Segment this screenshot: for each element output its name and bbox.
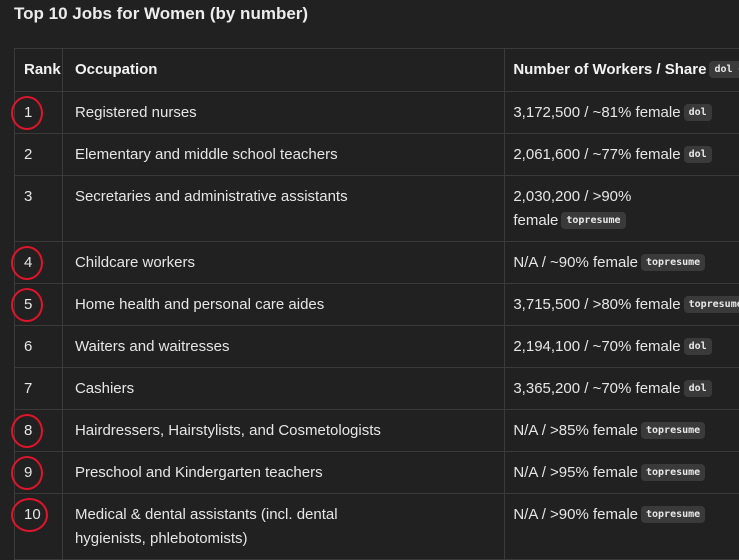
number-share-text: 3,365,200 / ~70% female xyxy=(513,380,681,397)
occupation-cell: Elementary and middle school teachers xyxy=(63,134,506,175)
table-row: 6 Waiters and waitresses 2,194,100 / ~70% … xyxy=(14,326,739,368)
number-share-text: 3,715,500 / >80% female xyxy=(513,296,681,313)
rank-number: 5 xyxy=(24,296,33,313)
rank-number: 2 xyxy=(24,146,33,163)
source-tag[interactable]: dol xyxy=(683,380,712,397)
rank-number: 10 xyxy=(24,506,41,523)
occupation-text: Home health and personal care aides xyxy=(74,296,325,313)
occupation-cell: Hairdressers, Hairstylists, and Cosmetol… xyxy=(63,410,506,451)
number-share-text: 2,194,100 / ~70% female xyxy=(513,338,681,355)
occupation-text: Registered nurses xyxy=(74,104,197,121)
number-cell: N/A / >85% female topresume xyxy=(505,410,739,451)
table-row: 9 Preschool and Kindergarten teachers N/A … xyxy=(11,452,739,494)
occupation-text-line2: hygienists, phlebotomists) xyxy=(74,530,248,547)
rank-cell: 7 xyxy=(15,368,63,409)
rank-number: 3 xyxy=(24,188,33,205)
occupation-text: Medical & dental assistants (incl. denta… xyxy=(74,506,338,523)
occupation-cell: Home health and personal care aides xyxy=(63,284,506,325)
rank-cell: 9 xyxy=(11,452,63,493)
number-cell: 3,715,500 / >80% female topresume xyxy=(505,284,739,325)
source-tag[interactable]: topresume xyxy=(683,296,739,313)
rank-cell: 1 xyxy=(11,92,63,133)
rank-cell: 4 xyxy=(11,242,63,283)
number-cell: 2,194,100 / ~70% female dol xyxy=(505,326,739,367)
number-share-text: 2,061,600 / ~77% female xyxy=(513,146,681,163)
occupation-cell: Secretaries and administrative assistant… xyxy=(63,176,506,241)
number-cell: N/A / ~90% female topresume xyxy=(505,242,739,283)
occupation-cell: Cashiers xyxy=(63,368,506,409)
table-row: 8 Hairdressers, Hairstylists, and Cosmeto… xyxy=(11,410,739,452)
occupation-text: Cashiers xyxy=(74,380,135,397)
number-cell: N/A / >95% female topresume xyxy=(505,452,739,493)
source-tag[interactable]: dol xyxy=(683,104,712,121)
occupation-text: Waiters and waitresses xyxy=(74,338,230,355)
rank-cell: 3 xyxy=(15,176,63,241)
table-row: 1 Registered nurses 3,172,500 / ~81% femal… xyxy=(11,92,739,134)
header-occupation: Occupation xyxy=(63,49,506,91)
rank-number: 9 xyxy=(24,464,33,481)
number-share-text: N/A / >90% female xyxy=(513,506,638,523)
source-tag[interactable]: dol xyxy=(683,146,712,163)
rank-number: 8 xyxy=(24,422,33,439)
number-cell: 3,172,500 / ~81% female dol xyxy=(505,92,739,133)
source-tag[interactable]: topresume xyxy=(641,422,706,439)
occupation-cell: Medical & dental assistants (incl. denta… xyxy=(63,494,506,559)
rank-cell: 6 xyxy=(15,326,63,367)
number-share-text: 3,172,500 / ~81% female xyxy=(513,104,681,121)
page-title: Top 10 Jobs for Women (by number) xyxy=(14,4,309,23)
rank-number: 7 xyxy=(24,380,33,397)
rank-number: 1 xyxy=(24,104,33,121)
header-rank: Rank xyxy=(15,49,63,91)
number-share-text-line2: female xyxy=(513,212,559,229)
jobs-table: Rank Occupation Number of Workers / Shar… xyxy=(11,48,739,560)
header-number: Number of Workers / Sharedol + xyxy=(505,49,739,91)
number-share-text: N/A / >95% female xyxy=(513,464,638,481)
occupation-text: Elementary and middle school teachers xyxy=(74,146,338,163)
source-tag[interactable]: dol + xyxy=(709,61,739,78)
occupation-cell: Childcare workers xyxy=(63,242,506,283)
occupation-text: Secretaries and administrative assistant… xyxy=(74,188,348,205)
table-header-row: Rank Occupation Number of Workers / Shar… xyxy=(14,49,739,92)
number-cell: 2,030,200 / >90% female topresume xyxy=(505,176,739,241)
number-cell: N/A / >90% female topresume xyxy=(505,494,739,559)
rank-number: 6 xyxy=(24,338,33,355)
header-number-label: Number of Workers / Share xyxy=(513,61,707,78)
rank-number: 4 xyxy=(24,254,33,271)
rank-cell: 8 xyxy=(11,410,63,451)
table-row: 3 Secretaries and administrative assistan… xyxy=(14,176,739,242)
table-row: 4 Childcare workers N/A / ~90% female topre… xyxy=(11,242,739,284)
source-tag[interactable]: topresume xyxy=(641,254,706,271)
occupation-cell: Waiters and waitresses xyxy=(63,326,506,367)
table-row: 2 Elementary and middle school teachers 2,… xyxy=(14,134,739,176)
number-cell: 2,061,600 / ~77% female dol xyxy=(505,134,739,175)
number-share-text: N/A / >85% female xyxy=(513,422,638,439)
source-tag[interactable]: dol xyxy=(683,338,712,355)
table-row: 5 Home health and personal care aides 3,71… xyxy=(11,284,739,326)
source-tag[interactable]: topresume xyxy=(641,464,706,481)
number-cell: 3,365,200 / ~70% female dol xyxy=(505,368,739,409)
rank-cell: 10 xyxy=(11,494,63,559)
rank-cell: 2 xyxy=(15,134,63,175)
occupation-cell: Preschool and Kindergarten teachers xyxy=(63,452,506,493)
occupation-text: Hairdressers, Hairstylists, and Cosmetol… xyxy=(74,422,381,439)
occupation-text: Preschool and Kindergarten teachers xyxy=(74,464,323,481)
source-tag[interactable]: topresume xyxy=(561,212,626,229)
rank-cell: 5 xyxy=(11,284,63,325)
occupation-text: Childcare workers xyxy=(74,254,195,271)
source-tag[interactable]: topresume xyxy=(641,506,706,523)
table-row: 7 Cashiers 3,365,200 / ~70% female dol xyxy=(14,368,739,410)
number-share-text: 2,030,200 / >90% xyxy=(513,188,632,205)
table-row: 10 Medical & dental assistants (incl. den… xyxy=(11,494,739,560)
occupation-cell: Registered nurses xyxy=(63,92,506,133)
number-share-text: N/A / ~90% female xyxy=(513,254,638,271)
